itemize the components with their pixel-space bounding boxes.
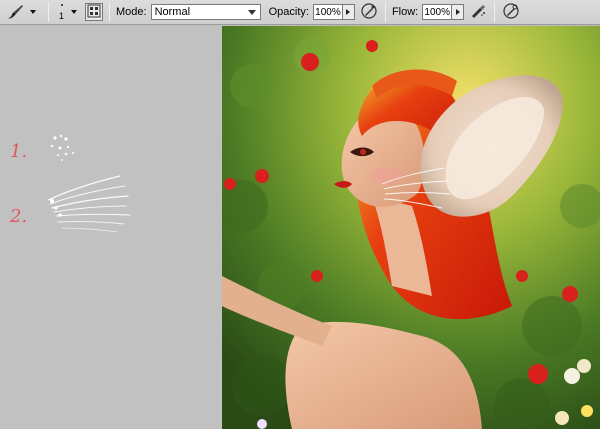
toolbar-divider (384, 2, 386, 22)
brush-panel-icon (87, 4, 101, 21)
mode-select[interactable]: Normal (150, 4, 261, 20)
chevron-down-icon (30, 10, 36, 14)
brush-tip-preview (61, 4, 63, 6)
document-canvas-photo[interactable] (222, 26, 600, 429)
flow-label: Flow: (391, 6, 419, 18)
pressure-opacity-button[interactable] (359, 2, 379, 22)
bunny-girl-artwork (222, 26, 600, 429)
pressure-size-button[interactable] (501, 2, 521, 22)
mode-label: Mode: (116, 6, 147, 18)
options-bar: 1 Mode: Normal Opacity: 100% Flow: 100% (0, 0, 600, 25)
brush-tool-icon (4, 2, 26, 22)
toolbar-divider (48, 2, 49, 22)
brush-preset-picker[interactable]: 1 (55, 1, 85, 23)
brush-dabs (50, 134, 74, 161)
brush-strokes (47, 134, 131, 233)
pressure-size-icon (502, 2, 520, 23)
flow-field[interactable]: 100% (422, 4, 453, 20)
canvas-gray-area[interactable]: 1. 2. (0, 26, 222, 429)
mode-value: Normal (154, 6, 191, 18)
opacity-slider-button[interactable] (342, 4, 355, 20)
toolbar-divider (109, 2, 110, 22)
tool-preset-picker[interactable] (4, 1, 42, 23)
opacity-field[interactable]: 100% (312, 4, 343, 20)
chevron-right-icon (455, 9, 460, 15)
toolbar-divider (494, 2, 496, 22)
chevron-down-icon (71, 10, 77, 14)
chevron-right-icon (346, 9, 351, 15)
opacity-label: Opacity: (268, 6, 309, 18)
brush-panel-button[interactable] (85, 3, 103, 21)
chevron-down-icon (247, 6, 258, 18)
brush-size: 1 (59, 11, 65, 21)
airbrush-button[interactable] (468, 2, 488, 22)
airbrush-icon (469, 2, 487, 23)
flow-slider-button[interactable] (452, 4, 465, 20)
pressure-opacity-icon (360, 2, 378, 23)
whisker-strokes (47, 175, 131, 233)
